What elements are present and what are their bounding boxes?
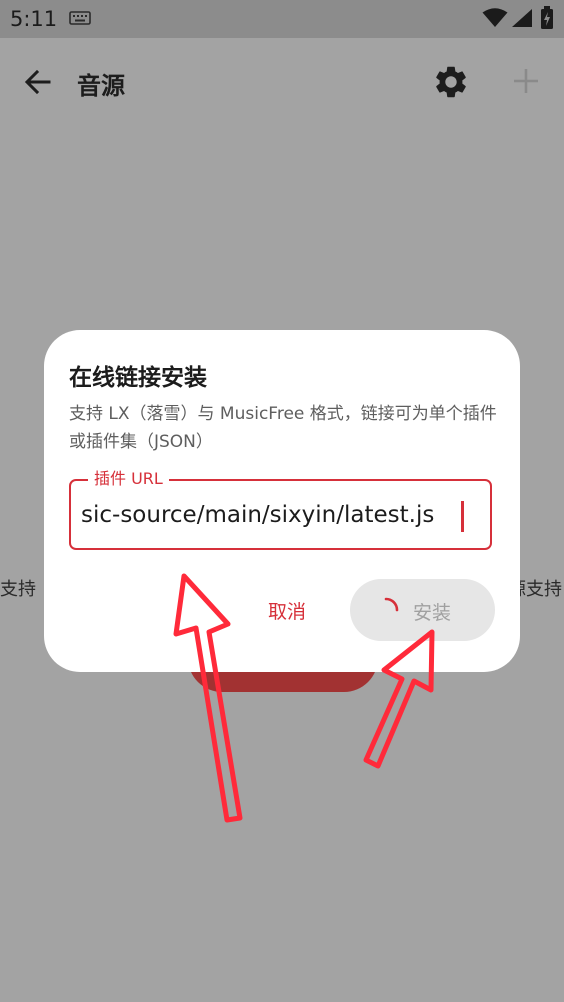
install-button[interactable]: 安装 xyxy=(350,579,495,641)
status-time: 5:11 xyxy=(10,7,58,31)
plugin-url-label: 插件 URL xyxy=(88,468,169,490)
plugin-url-field[interactable]: 插件 URL sic-source/main/sixyin/latest.js xyxy=(69,468,492,550)
gear-icon[interactable] xyxy=(432,63,470,101)
signal-icon xyxy=(512,9,532,27)
app-bar: 音源 xyxy=(0,38,564,126)
loading-spinner-icon xyxy=(384,597,399,612)
plugin-url-input[interactable]: sic-source/main/sixyin/latest.js xyxy=(81,497,478,533)
plugin-url-value: sic-source/main/sixyin/latest.js xyxy=(81,502,435,528)
plus-icon[interactable] xyxy=(509,64,543,98)
status-bar: 5:11 xyxy=(0,0,564,38)
page-title: 音源 xyxy=(77,72,125,100)
wifi-icon xyxy=(482,8,508,27)
background-text-left: 支持 xyxy=(0,579,36,600)
back-arrow-icon[interactable] xyxy=(20,64,56,100)
keyboard-icon xyxy=(69,11,91,25)
text-cursor xyxy=(461,501,464,532)
cancel-button[interactable]: 取消 xyxy=(249,580,325,640)
dialog-title: 在线链接安装 xyxy=(69,365,207,391)
install-dialog: 在线链接安装 支持 LX（落雪）与 MusicFree 格式，链接可为单个插件或… xyxy=(44,330,520,672)
battery-icon xyxy=(541,6,553,29)
install-label: 安装 xyxy=(413,602,452,624)
dialog-description: 支持 LX（落雪）与 MusicFree 格式，链接可为单个插件或插件集（JSO… xyxy=(69,404,497,452)
